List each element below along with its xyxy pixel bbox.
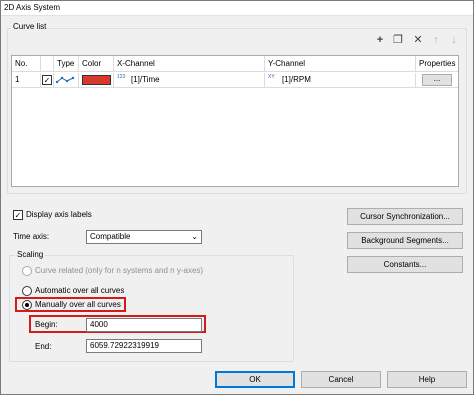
column-header-x-channel[interactable]: X-Channel: [114, 56, 265, 72]
curve-related-radio[interactable]: [22, 266, 32, 276]
background-segments-button[interactable]: Background Segments...: [347, 232, 463, 249]
color-swatch[interactable]: [82, 75, 111, 85]
curve-table[interactable]: No. Type Color X-Channel Y-Channel Prope…: [11, 55, 459, 187]
y-channel-value: [1]/RPM: [282, 75, 311, 84]
display-axis-labels-checkbox[interactable]: ✓: [13, 210, 23, 220]
time-axis-select[interactable]: Compatible ⌄: [86, 230, 202, 244]
constants-button[interactable]: Constants...: [347, 256, 463, 273]
scaling-title: Scaling: [15, 250, 46, 260]
move-up-icon[interactable]: ↑: [429, 33, 443, 47]
row-check-cell: ✓: [41, 73, 54, 88]
add-icon[interactable]: +: [373, 33, 387, 47]
time-axis-value: Compatible: [90, 232, 131, 241]
column-header-no[interactable]: No.: [12, 56, 41, 72]
row-x-channel-cell[interactable]: 123 [1]/Time: [114, 73, 265, 88]
properties-button[interactable]: ...: [422, 74, 452, 86]
column-header-properties[interactable]: Properties: [416, 56, 458, 72]
row-properties-cell: ...: [416, 73, 458, 88]
row-type-cell: [54, 73, 79, 88]
curve-related-label: Curve related (only for n systems and n …: [35, 266, 204, 275]
begin-input[interactable]: 4000: [86, 318, 202, 332]
curve-list-title: Curve list: [11, 22, 49, 32]
column-header-color[interactable]: Color: [79, 56, 114, 72]
row-color-cell: [79, 73, 114, 88]
x-channel-value: [1]/Time: [131, 75, 160, 84]
column-header-check: [41, 56, 54, 72]
cursor-synchronization-button[interactable]: Cursor Synchronization...: [347, 208, 463, 225]
copy-icon[interactable]: ❐: [391, 33, 405, 47]
automatic-label: Automatic over all curves: [35, 286, 125, 295]
column-header-y-channel[interactable]: Y-Channel: [265, 56, 416, 72]
delete-icon[interactable]: ✕: [411, 33, 425, 47]
xy-channel-icon: XY: [268, 74, 275, 80]
ok-button[interactable]: OK: [215, 371, 295, 388]
manual-radio[interactable]: [22, 300, 32, 310]
move-down-icon[interactable]: ↓: [447, 33, 461, 47]
line-type-icon[interactable]: [54, 73, 78, 87]
numeric-channel-icon: 123: [117, 74, 126, 80]
column-header-type[interactable]: Type: [54, 56, 79, 72]
dialog-window: 2D Axis System Curve list + ❐ ✕ ↑ ↓ No. …: [0, 0, 474, 395]
radio-selected-dot: [25, 303, 29, 307]
display-axis-labels-label: Display axis labels: [26, 210, 92, 219]
chevron-down-icon: ⌄: [191, 232, 198, 241]
end-input[interactable]: 6059.72922319919: [86, 339, 202, 353]
window-title: 2D Axis System: [4, 3, 61, 12]
row-y-channel-cell[interactable]: XY [1]/RPM: [265, 73, 416, 88]
row-number: 1: [12, 73, 41, 88]
cancel-button[interactable]: Cancel: [301, 371, 381, 388]
title-bar: 2D Axis System: [1, 1, 473, 16]
automatic-radio[interactable]: [22, 286, 32, 296]
end-label: End:: [35, 342, 52, 351]
manual-label: Manually over all curves: [35, 300, 121, 309]
begin-label: Begin:: [35, 320, 58, 329]
row-visible-checkbox[interactable]: ✓: [42, 75, 52, 85]
time-axis-label: Time axis:: [13, 232, 50, 241]
help-button[interactable]: Help: [387, 371, 467, 388]
